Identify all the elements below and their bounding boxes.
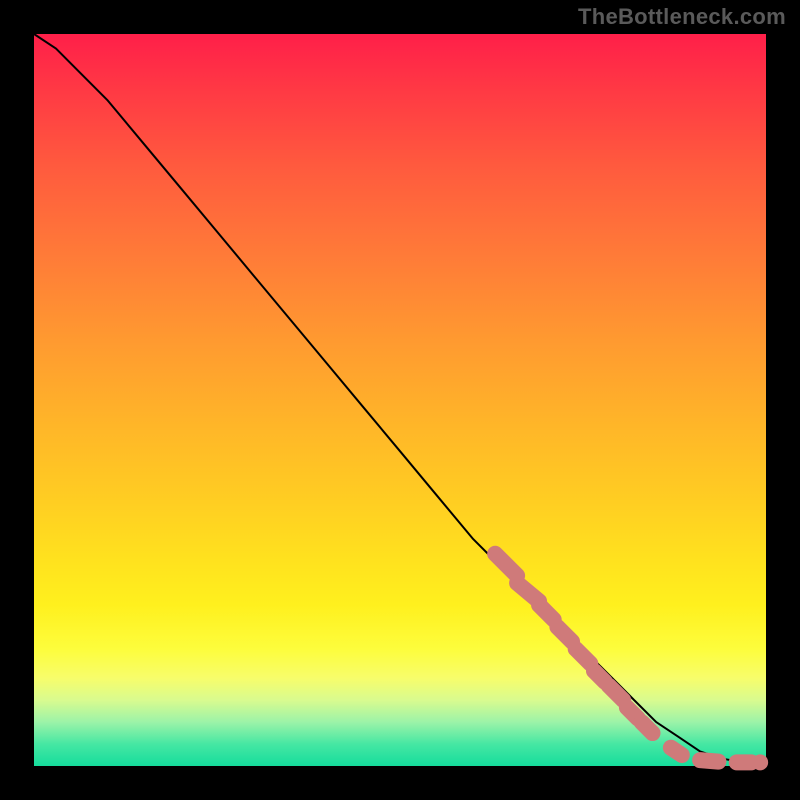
marker-segment — [576, 649, 591, 664]
bottleneck-curve — [34, 34, 766, 762]
data-markers — [495, 554, 768, 771]
marker-point — [752, 754, 768, 770]
plot-overlay — [34, 34, 766, 766]
watermark-text: TheBottleneck.com — [578, 4, 786, 30]
marker-segment — [539, 605, 554, 620]
marker-segment — [495, 554, 517, 576]
marker-segment — [671, 748, 682, 755]
marker-segment — [609, 685, 624, 700]
plot-area — [34, 34, 766, 766]
marker-segment — [642, 722, 653, 733]
marker-segment — [557, 627, 572, 642]
chart-frame: TheBottleneck.com — [0, 0, 800, 800]
marker-segment — [700, 760, 718, 761]
